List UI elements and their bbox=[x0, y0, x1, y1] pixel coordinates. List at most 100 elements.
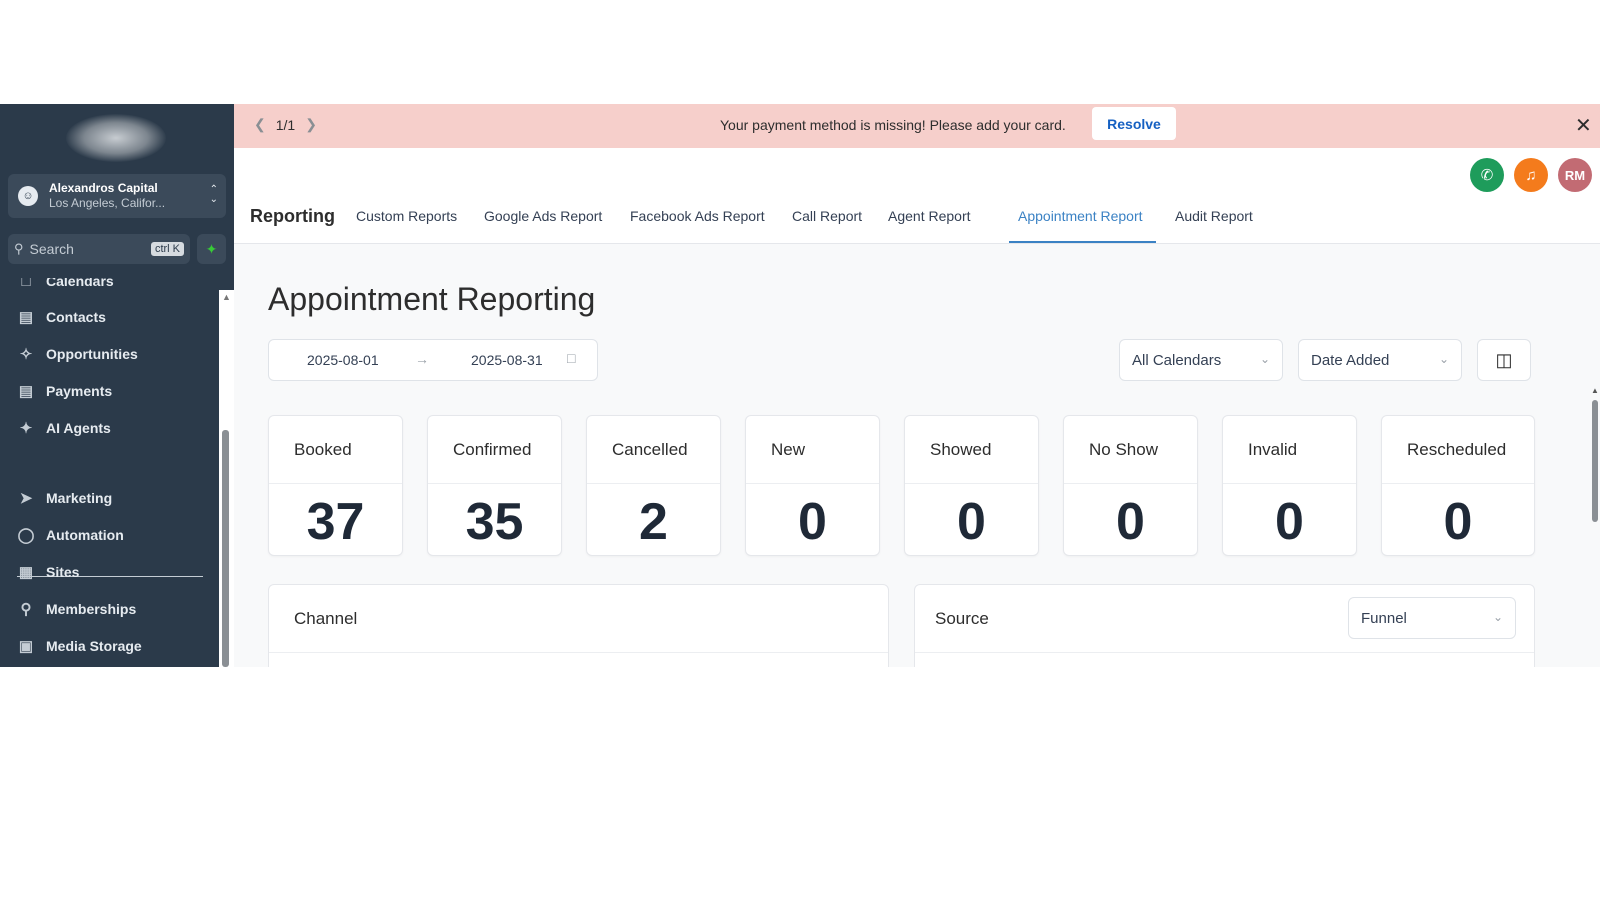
bell-icon: ♫ bbox=[1525, 166, 1537, 184]
stat-value: 0 bbox=[798, 493, 827, 551]
source-panel-header: Source Funnel ⌄ bbox=[915, 585, 1534, 653]
automation-icon: ◯ bbox=[17, 527, 35, 544]
phone-button[interactable]: ✆ bbox=[1470, 158, 1504, 192]
date-end[interactable]: 2025-08-31 bbox=[471, 352, 543, 368]
date-start[interactable]: 2025-08-01 bbox=[307, 352, 379, 368]
tab-audit-report[interactable]: Audit Report bbox=[1175, 208, 1253, 224]
phone-icon: ✆ bbox=[1480, 167, 1494, 184]
stat-value: 2 bbox=[639, 493, 668, 551]
chevron-left-icon[interactable]: ❮ bbox=[254, 116, 266, 133]
notifications-button[interactable]: ♫ bbox=[1514, 158, 1548, 192]
stat-card-new: New 0 bbox=[745, 415, 880, 556]
main-area: ❮ 1/1 ❯ Your payment method is missing! … bbox=[234, 104, 1600, 667]
stat-card-showed: Showed 0 bbox=[904, 415, 1039, 556]
sites-icon: ▦ bbox=[18, 564, 34, 581]
sidebar-scrollbar-thumb[interactable] bbox=[222, 430, 229, 667]
arrow-right-icon: → bbox=[415, 351, 429, 367]
sidebar-item-memberships[interactable]: ⚲ Memberships bbox=[16, 596, 137, 622]
sidebar-scrollbar[interactable]: ▲ bbox=[219, 290, 234, 667]
chevron-down-icon: ⌄ bbox=[1438, 352, 1449, 366]
sidebar-item-sites[interactable]: ▦ Sites bbox=[16, 559, 80, 585]
sidebar-item-contacts[interactable]: ▤ Contacts bbox=[16, 304, 106, 330]
stat-label: New bbox=[746, 416, 879, 484]
layout-toggle-button[interactable]: ◫ bbox=[1477, 339, 1531, 381]
payment-banner: ❮ 1/1 ❯ Your payment method is missing! … bbox=[234, 104, 1600, 148]
close-icon[interactable]: ✕ bbox=[1575, 113, 1592, 138]
sidebar-item-payments[interactable]: ▤ Payments bbox=[16, 378, 112, 404]
company-logo[interactable] bbox=[66, 114, 166, 162]
contacts-icon: ▤ bbox=[18, 309, 34, 326]
source-filter-select[interactable]: Funnel ⌄ bbox=[1348, 597, 1516, 639]
layout-grid-icon: ◫ bbox=[1495, 349, 1513, 370]
date-range-picker[interactable]: 2025-08-01 → 2025-08-31 □ bbox=[268, 339, 598, 381]
calendar-icon: □ bbox=[567, 350, 576, 366]
sidebar-item-label: Calendars bbox=[46, 278, 114, 289]
source-filter-value: Funnel bbox=[1361, 609, 1407, 627]
main-scrollbar[interactable]: ▲ bbox=[1590, 386, 1600, 666]
scroll-up-arrow-icon[interactable]: ▲ bbox=[222, 292, 231, 302]
account-name: Alexandros Capital bbox=[49, 181, 158, 195]
media-storage-icon: ▣ bbox=[18, 638, 34, 655]
sidebar-item-opportunities[interactable]: ✧ Opportunities bbox=[16, 341, 138, 367]
stat-label: Showed bbox=[905, 416, 1038, 484]
user-avatar[interactable]: RM bbox=[1558, 158, 1592, 192]
sidebar-item-automation[interactable]: ◯ Automation bbox=[16, 522, 124, 548]
channel-panel-title: Channel bbox=[294, 609, 358, 628]
quick-action-button[interactable]: ✦ bbox=[197, 234, 226, 264]
sidebar-item-label: Memberships bbox=[46, 601, 137, 617]
main-scrollbar-thumb[interactable] bbox=[1592, 400, 1598, 522]
stat-card-invalid: Invalid 0 bbox=[1222, 415, 1357, 556]
date-filter-select[interactable]: Date Added ⌄ bbox=[1298, 339, 1462, 381]
sidebar-item-label: Opportunities bbox=[46, 346, 138, 362]
stat-card-confirmed: Confirmed 35 bbox=[427, 415, 562, 556]
stat-card-booked: Booked 37 bbox=[268, 415, 403, 556]
resolve-button[interactable]: Resolve bbox=[1092, 107, 1176, 140]
chevron-down-icon: ⌄ bbox=[1492, 610, 1503, 624]
sidebar-item-marketing[interactable]: ➤ Marketing bbox=[16, 485, 112, 511]
stat-label: Booked bbox=[269, 416, 402, 484]
channel-panel: Channel bbox=[268, 584, 889, 667]
lightning-icon: ✦ bbox=[205, 240, 218, 257]
search-input[interactable]: ⚲ Search ctrl K bbox=[8, 234, 190, 264]
sidebar-item-label: Sites bbox=[46, 564, 80, 580]
sidebar-item-label: Automation bbox=[46, 527, 124, 543]
sidebar-item-label: AI Agents bbox=[46, 420, 111, 436]
tab-agent-report[interactable]: Agent Report bbox=[888, 208, 971, 224]
chevron-up-down-icon[interactable]: ⌃ ⌄ bbox=[210, 185, 218, 205]
calendar-filter-select[interactable]: All Calendars ⌄ bbox=[1119, 339, 1283, 381]
tab-appointment-report[interactable]: Appointment Report bbox=[1018, 208, 1143, 224]
stat-value: 37 bbox=[306, 493, 365, 551]
search-icon: ⚲ bbox=[14, 241, 24, 256]
sidebar: ☺ Alexandros Capital Los Angeles, Califo… bbox=[0, 104, 234, 667]
search-shortcut: ctrl K bbox=[150, 242, 184, 256]
date-filter-value: Date Added bbox=[1311, 351, 1390, 369]
marketing-icon: ➤ bbox=[19, 490, 33, 507]
source-panel: Source Funnel ⌄ bbox=[914, 584, 1535, 667]
opportunities-icon: ✧ bbox=[19, 346, 33, 363]
banner-pager: ❮ 1/1 ❯ bbox=[254, 116, 327, 133]
memberships-icon: ⚲ bbox=[20, 601, 32, 618]
sidebar-item-label: Payments bbox=[46, 383, 113, 399]
sidebar-item-label: Media Storage bbox=[46, 638, 142, 654]
scroll-up-arrow-icon[interactable]: ▲ bbox=[1591, 386, 1599, 395]
stat-card-cancelled: Cancelled 2 bbox=[586, 415, 721, 556]
report-tabs: Reporting Custom Reports Google Ads Repo… bbox=[234, 200, 1600, 244]
chevron-right-icon[interactable]: ❯ bbox=[305, 116, 317, 133]
stat-value: 0 bbox=[1443, 493, 1473, 551]
stat-card-no-show: No Show 0 bbox=[1063, 415, 1198, 556]
sidebar-item-calendars[interactable]: □ Calendars bbox=[16, 278, 114, 294]
tab-custom-reports[interactable]: Custom Reports bbox=[356, 208, 457, 224]
tab-google-ads-report[interactable]: Google Ads Report bbox=[484, 208, 602, 224]
sidebar-item-media-storage[interactable]: ▣ Media Storage bbox=[16, 633, 142, 659]
stat-label: Invalid bbox=[1223, 416, 1356, 484]
account-switcher[interactable]: ☺ Alexandros Capital Los Angeles, Califo… bbox=[8, 174, 226, 218]
tab-facebook-ads-report[interactable]: Facebook Ads Report bbox=[630, 208, 765, 224]
ai-agents-icon: ✦ bbox=[19, 420, 33, 437]
account-icon: ☺ bbox=[18, 186, 38, 206]
banner-message: Your payment method is missing! Please a… bbox=[720, 117, 1066, 133]
sidebar-item-ai-agents[interactable]: ✦ AI Agents bbox=[16, 415, 111, 441]
search-placeholder: Search bbox=[29, 241, 74, 257]
sidebar-item-label: Contacts bbox=[46, 309, 106, 325]
tab-call-report[interactable]: Call Report bbox=[792, 208, 862, 224]
sidebar-nav: □ Calendars ▤ Contacts ✧ Opportunities ▤… bbox=[0, 278, 218, 667]
